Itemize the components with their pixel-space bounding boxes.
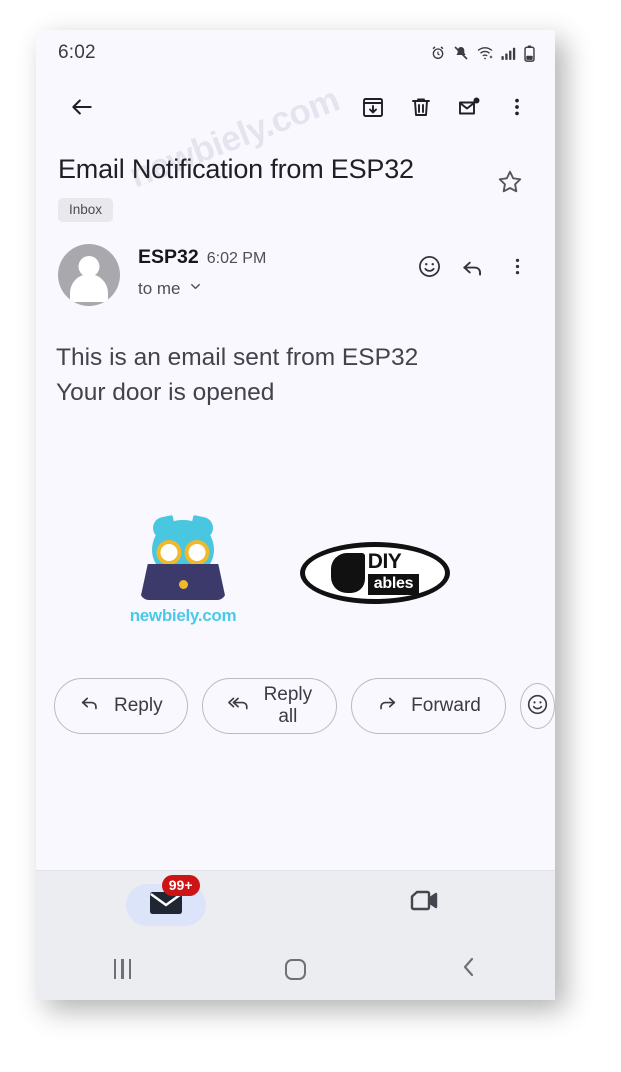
subject-area: Email Notification from ESP32 Inbox: [36, 138, 555, 222]
alarm-icon: [430, 45, 446, 61]
emoji-smile-icon: [526, 693, 549, 719]
message-overflow-button[interactable]: [495, 246, 539, 290]
reply-actions-row: Reply Reply all Forward: [36, 626, 555, 734]
subject-left: Email Notification from ESP32 Inbox: [58, 152, 487, 222]
forward-arrow-icon: [376, 692, 398, 720]
delete-button[interactable]: [397, 83, 445, 131]
reply-arrow-icon: [460, 254, 486, 283]
home-icon: [285, 958, 306, 980]
reply-all-arrow-icon: [227, 692, 251, 720]
sender-time: 6:02 PM: [206, 250, 267, 267]
diyables-logo: DIY ables: [300, 542, 450, 604]
recipient-label: to me: [138, 279, 181, 298]
status-bar: 6:02: [36, 30, 555, 76]
avatar[interactable]: [58, 244, 120, 306]
recents-button[interactable]: [36, 938, 209, 1000]
sender-info: ESP32 6:02 PM to me: [120, 244, 407, 299]
forward-button-label: Forward: [411, 695, 481, 716]
diyables-text-top: DIY: [367, 550, 402, 573]
status-bar-icons: [430, 45, 535, 62]
star-button[interactable]: [487, 160, 533, 206]
page-root: 6:02 Email Notification from ESP32 Inbox…: [0, 0, 621, 1072]
sender-row: ESP32 6:02 PM to me: [36, 222, 555, 306]
reply-all-button-label: Reply all: [263, 684, 313, 727]
archive-icon: [361, 95, 385, 119]
trash-icon: [409, 95, 433, 119]
star-outline-icon: [496, 168, 524, 199]
owl-icon: [137, 514, 229, 600]
mark-unread-icon: [457, 95, 481, 119]
more-vertical-icon: [506, 96, 528, 118]
android-back-button[interactable]: [382, 938, 555, 1000]
react-button[interactable]: [407, 246, 451, 290]
newbiely-logo: newbiely.com: [124, 514, 242, 626]
reply-all-button[interactable]: Reply all: [201, 678, 338, 734]
wifi-icon: [476, 45, 494, 61]
reply-button[interactable]: Reply: [54, 678, 188, 734]
nav-tab-meet[interactable]: [296, 871, 556, 938]
more-vertical-icon: [507, 256, 528, 280]
sender-name: ESP32: [138, 246, 199, 268]
mute-icon: [453, 45, 469, 61]
newbiely-logo-text: newbiely.com: [129, 606, 237, 625]
toolbar-overflow-button[interactable]: [493, 83, 541, 131]
mail-unread-badge: 99+: [161, 874, 200, 896]
battery-icon: [524, 45, 535, 62]
email-body-line-1: This is an email sent from ESP32: [56, 344, 419, 371]
android-navigation-bar: [36, 938, 555, 1000]
email-subject: Email Notification from ESP32: [58, 154, 414, 184]
back-chevron-icon: [460, 956, 478, 983]
reply-button-top[interactable]: [451, 246, 495, 290]
glasses-icon: [156, 540, 210, 565]
recents-icon: [113, 959, 132, 979]
bottom-navigation: 99+: [36, 870, 555, 938]
sender-name-row: ESP32 6:02 PM: [138, 246, 407, 269]
nav-tab-mail[interactable]: 99+: [36, 871, 296, 938]
reply-arrow-icon: [79, 692, 101, 720]
diyables-text-bottom: ables: [367, 574, 420, 595]
email-toolbar: [36, 76, 555, 138]
status-bar-time: 6:02: [58, 42, 96, 63]
laptop-icon: [140, 564, 226, 600]
react-emoji-button[interactable]: [519, 683, 555, 729]
sender-actions: [407, 244, 539, 290]
signal-icon: [501, 46, 517, 61]
phone-screenshot: 6:02 Email Notification from ESP32 Inbox…: [36, 30, 555, 1000]
email-body-line-2: Your door is opened: [56, 379, 275, 406]
home-button[interactable]: [209, 938, 382, 1000]
label-chip-inbox[interactable]: Inbox: [58, 198, 114, 222]
archive-button[interactable]: [349, 83, 397, 131]
back-button[interactable]: [58, 83, 106, 131]
reply-button-label: Reply: [114, 695, 163, 716]
chevron-down-icon: [188, 279, 203, 299]
diyables-mark-icon: [330, 553, 365, 593]
video-camera-icon: [409, 889, 441, 920]
back-arrow-icon: [69, 94, 95, 120]
signature-logos: newbiely.com DIY ables: [36, 410, 555, 626]
mark-unread-button[interactable]: [445, 83, 493, 131]
email-body: This is an email sent from ESP32 Your do…: [36, 306, 555, 410]
recipient-row[interactable]: to me: [138, 279, 407, 299]
forward-button[interactable]: Forward: [351, 678, 506, 734]
emoji-smile-icon: [417, 254, 442, 282]
